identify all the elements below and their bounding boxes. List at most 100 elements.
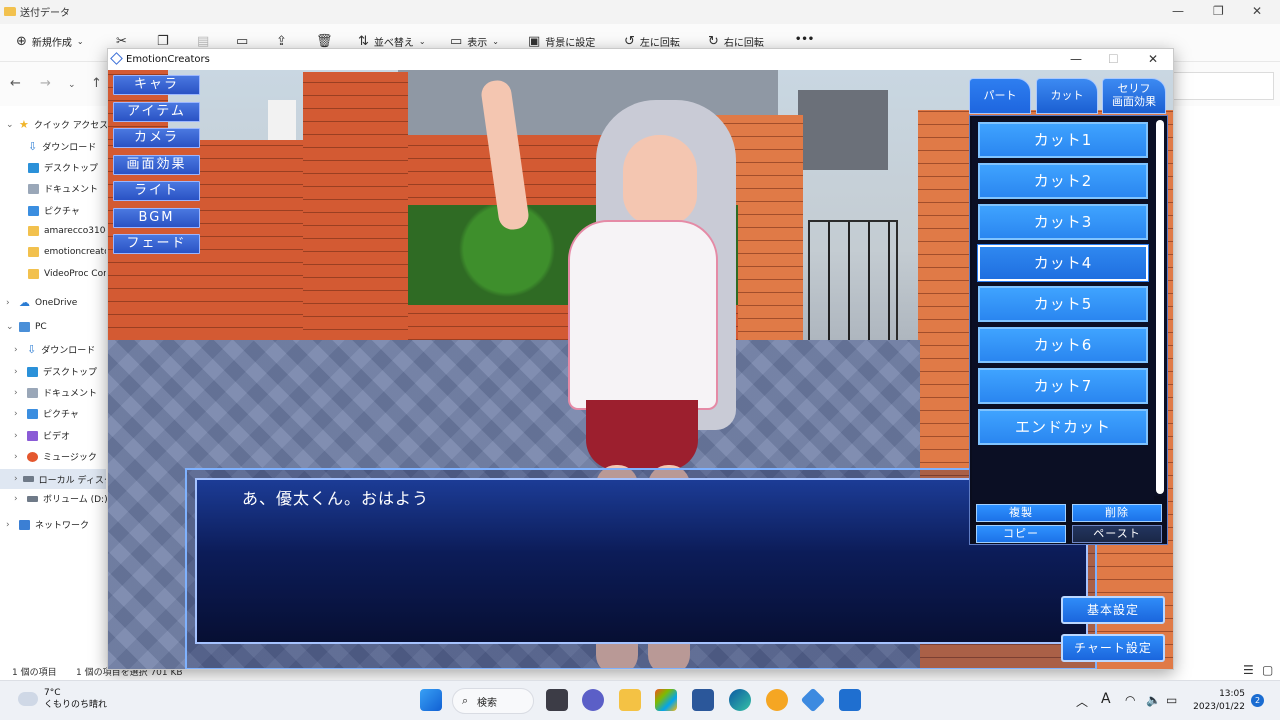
battery-icon[interactable]: ▭ (1166, 693, 1177, 707)
cut-panel: カット1 カット2 カット3 カット4 カット5 カット6 カット7 エンドカッ… (969, 115, 1168, 545)
menu-bgm-button[interactable]: BGM (113, 208, 200, 228)
cut-1-button[interactable]: カット1 (978, 122, 1148, 158)
sidebar-item-folder[interactable]: emotioncreato (28, 247, 106, 257)
sidebar-label: ミュージック (43, 453, 97, 463)
chart-settings-button[interactable]: チャート設定 (1061, 634, 1165, 662)
menu-screen-effect-button[interactable]: 画面効果 (113, 155, 200, 175)
share-icon[interactable]: ⇪ (276, 34, 287, 49)
sidebar-item-volume-d[interactable]: › ボリューム (D:) (14, 492, 108, 506)
restore-icon[interactable]: ❐ (1213, 4, 1224, 18)
notification-badge[interactable]: 2 (1251, 694, 1264, 707)
sidebar-item-pc-documents[interactable]: › ドキュメント (14, 386, 97, 399)
speaker-icon[interactable]: 🔈 (1146, 693, 1161, 707)
set-background-button[interactable]: ▣ 背景に設定 (528, 34, 595, 49)
store-icon[interactable] (655, 689, 677, 711)
sidebar-item-pictures[interactable]: ピクチャ (28, 204, 80, 217)
end-cut-button[interactable]: エンドカット (978, 409, 1148, 445)
cut-7-button[interactable]: カット7 (978, 368, 1148, 404)
sidebar-item-pc-downloads[interactable]: › ⇩ ダウンロード (14, 343, 95, 356)
sidebar-item-pc-pictures[interactable]: › ピクチャ (14, 407, 79, 420)
recent-chevron-icon[interactable]: ⌄ (68, 80, 76, 90)
sort-button[interactable]: ⇅ 並べ替え ⌄ (358, 34, 426, 49)
sidebar-item-desktop[interactable]: デスクトップ (28, 161, 98, 174)
menu-chara-button[interactable]: キャラ (113, 75, 200, 95)
tiles-view-icon[interactable]: ▢ (1262, 663, 1273, 677)
app-icon[interactable] (766, 689, 788, 711)
minimize-icon[interactable]: — (1070, 52, 1082, 66)
sidebar-label: デスクトップ (44, 164, 99, 174)
menu-fade-button[interactable]: フェード (113, 234, 200, 254)
emotioncreators-icon[interactable] (800, 687, 826, 713)
sidebar-item-pc-desktop[interactable]: › デスクトップ (14, 365, 97, 378)
view-label: 表示 (467, 38, 488, 49)
weather-widget[interactable]: 7°C くもりのち晴れ (15, 687, 107, 711)
forward-icon[interactable]: → (40, 76, 51, 91)
sidebar-item-documents[interactable]: ドキュメント (28, 182, 98, 195)
taskbar-search[interactable]: ⌕ 検索 (452, 688, 534, 714)
task-view-icon[interactable] (546, 689, 568, 711)
weather-icon (15, 687, 38, 706)
cut-4-button[interactable]: カット4 (978, 245, 1148, 281)
chevron-right-icon: › (14, 493, 18, 504)
paste-icon[interactable]: ▤ (197, 34, 209, 49)
dialogue-box[interactable]: あ、優太くん。おはよう (195, 478, 1088, 644)
delete-icon[interactable]: 🗑 (316, 34, 333, 49)
ime-indicator[interactable]: A (1101, 691, 1111, 707)
copy-button[interactable]: コピー (976, 525, 1066, 543)
close-icon[interactable]: ✕ (1252, 4, 1262, 18)
tab-cut[interactable]: カット (1036, 78, 1098, 114)
rotate-left-label: 左に回転 (639, 38, 680, 49)
explorer-title: 送付データ (4, 4, 70, 19)
file-explorer-icon[interactable] (619, 689, 641, 711)
cut-6-button[interactable]: カット6 (978, 327, 1148, 363)
up-icon[interactable]: ↑ (91, 76, 102, 91)
sidebar-item-folder[interactable]: amarecco310c (28, 226, 106, 236)
cut-2-button[interactable]: カット2 (978, 163, 1148, 199)
sidebar-item-pc-music[interactable]: › ミュージック (14, 450, 97, 463)
sidebar-label: ピクチャ (43, 410, 79, 420)
maximize-icon[interactable]: ☐ (1108, 52, 1119, 66)
clock[interactable]: 13:05 2023/01/22 (1190, 688, 1245, 714)
rotate-left-button[interactable]: ↺ 左に回転 (624, 34, 680, 49)
sidebar-item-downloads[interactable]: ⇩ ダウンロード (28, 140, 96, 153)
sidebar-item-local-disk[interactable]: › ローカル ディスク (0, 469, 106, 489)
menu-camera-button[interactable]: カメラ (113, 128, 200, 148)
rename-icon[interactable]: ▭ (236, 34, 248, 49)
tab-serif-effect[interactable]: セリフ 画面効果 (1102, 78, 1166, 114)
view-button[interactable]: ▭ 表示 ⌄ (450, 34, 499, 49)
tray-chevron-up-icon[interactable]: ︿ (1076, 693, 1088, 710)
more-button[interactable]: ••• (795, 34, 814, 45)
sidebar-item-network[interactable]: › ネットワーク (6, 518, 89, 531)
back-icon[interactable]: ← (10, 76, 21, 91)
sidebar-item-onedrive[interactable]: › ☁ OneDrive (6, 296, 77, 309)
sidebar-item-quick-access[interactable]: ⌄ ★ クイック アクセス (6, 118, 108, 131)
sidebar-item-pc[interactable]: ⌄ PC (6, 322, 47, 332)
cut-3-button[interactable]: カット3 (978, 204, 1148, 240)
chat-icon[interactable] (582, 689, 604, 711)
word-icon[interactable] (692, 689, 714, 711)
duplicate-button[interactable]: 複製 (976, 504, 1066, 522)
delete-button[interactable]: 削除 (1072, 504, 1162, 522)
minimize-icon[interactable]: — (1172, 4, 1184, 18)
scrollbar-thumb[interactable] (1156, 120, 1164, 494)
wifi-icon[interactable]: ◠ (1125, 693, 1135, 707)
paste-button[interactable]: ペースト (1072, 525, 1162, 543)
close-icon[interactable]: ✕ (1148, 52, 1158, 66)
tab-part[interactable]: パート (969, 78, 1031, 114)
new-button[interactable]: ⊕ 新規作成 ⌄ (16, 34, 84, 49)
rotate-right-button[interactable]: ↻ 右に回転 (708, 34, 764, 49)
copy-icon[interactable]: ❐ (157, 34, 169, 49)
sidebar-item-pc-videos[interactable]: › ビデオ (14, 429, 70, 442)
menu-item-button[interactable]: アイテム (113, 102, 200, 122)
sidebar-item-folder[interactable]: VideoProc Con (28, 269, 106, 279)
basic-settings-button[interactable]: 基本設定 (1061, 596, 1165, 624)
start-icon[interactable] (420, 689, 442, 711)
cut-5-button[interactable]: カット5 (978, 286, 1148, 322)
rotate-left-icon: ↺ (624, 34, 635, 49)
photos-icon[interactable] (839, 689, 861, 711)
details-view-icon[interactable]: ☰ (1243, 663, 1254, 677)
menu-light-button[interactable]: ライト (113, 181, 200, 201)
edge-icon[interactable] (729, 689, 751, 711)
search-box[interactable] (1170, 72, 1274, 100)
cut-icon[interactable]: ✂ (116, 34, 127, 49)
